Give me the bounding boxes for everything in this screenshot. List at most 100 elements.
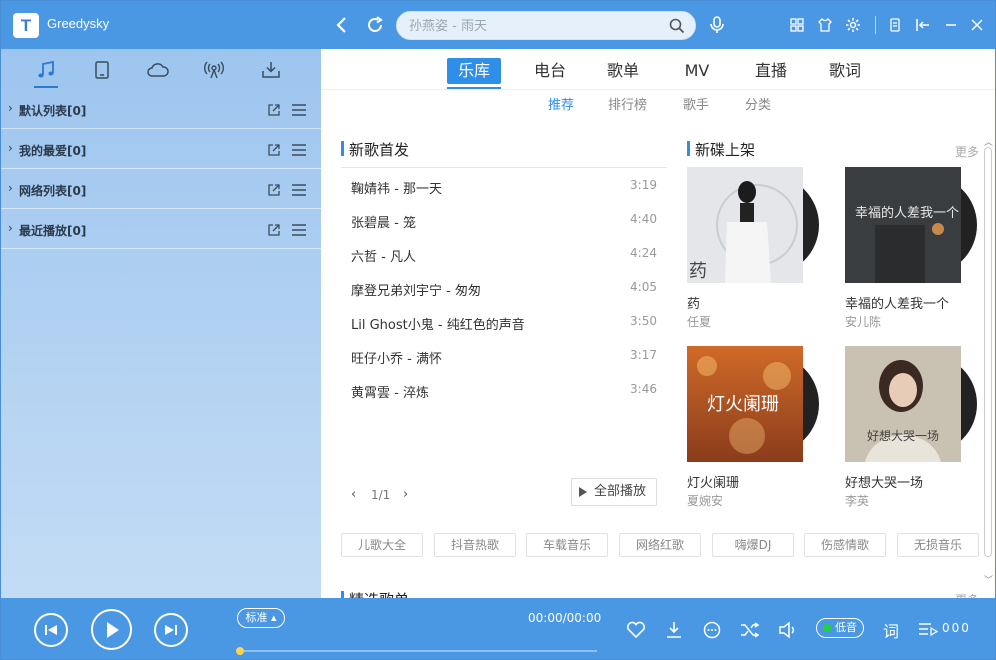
playlist-network[interactable]: › 网络列表[0]	[1, 169, 321, 209]
song-duration: 3:50	[630, 314, 657, 328]
device-icon[interactable]	[89, 57, 115, 83]
album-cover[interactable]: 灯火阑珊	[687, 346, 803, 462]
heart-icon[interactable]	[625, 619, 647, 641]
tag-button[interactable]: 抖音热歌	[434, 533, 516, 557]
minimize-icon[interactable]	[941, 15, 961, 35]
tab-radio[interactable]: 电台	[526, 58, 574, 84]
tag-button[interactable]: 车载音乐	[526, 533, 608, 557]
collapse-icon[interactable]	[913, 15, 933, 35]
voice-search-icon[interactable]	[704, 12, 730, 38]
song-duration: 3:19	[630, 178, 657, 192]
album-title: 幸福的人差我一个	[845, 297, 950, 312]
section-marker	[341, 591, 344, 598]
chevron-right-icon[interactable]: ›	[8, 101, 13, 115]
mini-mode-icon[interactable]	[885, 15, 905, 35]
lyric-button[interactable]: 词	[883, 618, 899, 642]
radio-icon[interactable]	[201, 57, 227, 83]
menu-icon[interactable]	[291, 142, 307, 156]
scrollbar[interactable]: ︿ ﹀	[983, 135, 993, 586]
playlist-recent[interactable]: › 最近播放[0]	[1, 209, 321, 249]
subtab-categories[interactable]: 分类	[745, 94, 771, 113]
play-icon[interactable]	[91, 609, 132, 650]
scroll-down-icon[interactable]: ﹀	[984, 573, 993, 586]
song-row[interactable]: 鞠婧祎 - 那一天 3:19	[351, 178, 657, 198]
album-cover[interactable]: 好想大哭一场	[845, 346, 961, 462]
chevron-right-icon[interactable]: ›	[8, 181, 13, 195]
song-row[interactable]: 张碧晨 - 笼 4:40	[351, 212, 657, 232]
song-row[interactable]: 黄霄雲 - 淬炼 3:46	[351, 382, 657, 402]
skin-icon[interactable]	[815, 15, 835, 35]
chevron-right-icon[interactable]: ›	[8, 221, 13, 235]
scrollbar-thumb[interactable]	[984, 147, 992, 557]
tag-button[interactable]: 嗨爆DJ	[712, 533, 794, 557]
next-page-icon[interactable]: ›	[403, 487, 408, 502]
tag-button[interactable]: 网络红歌	[619, 533, 701, 557]
export-icon[interactable]	[267, 142, 281, 156]
tag-button[interactable]: 无损音乐	[897, 533, 979, 557]
shuffle-icon[interactable]	[739, 619, 761, 641]
tab-library[interactable]: 乐库	[447, 58, 501, 84]
cloud-icon[interactable]	[145, 57, 171, 83]
export-icon[interactable]	[267, 102, 281, 116]
subtab-charts[interactable]: 排行榜	[608, 94, 647, 113]
album-card[interactable]: 灯火阑珊 灯火阑珊 夏婉安	[687, 346, 819, 508]
song-row[interactable]: 旺仔小乔 - 满怀 3:17	[351, 348, 657, 368]
album-card[interactable]: 好想大哭一场 好想大哭一场 李英	[845, 346, 977, 508]
tab-lyrics[interactable]: 歌词	[821, 58, 869, 84]
refresh-icon[interactable]	[362, 12, 388, 38]
playlist-favorites[interactable]: › 我的最爱[0]	[1, 129, 321, 169]
more-link[interactable]: 更多	[955, 591, 979, 598]
settings-gear-icon[interactable]	[843, 15, 863, 35]
back-icon[interactable]	[329, 12, 355, 38]
menu-icon[interactable]	[291, 222, 307, 236]
play-all-button[interactable]: 全部播放	[571, 478, 657, 506]
subtab-recommend[interactable]: 推荐	[548, 94, 574, 113]
search-icon[interactable]	[669, 18, 685, 38]
music-note-icon[interactable]	[33, 57, 59, 83]
status-dot	[823, 624, 831, 632]
export-icon[interactable]	[267, 182, 281, 196]
next-track-icon[interactable]	[154, 613, 188, 647]
featured-title: 精选歌单	[349, 589, 409, 598]
app-window: T Greedysky 孙燕姿 - 雨天 › 默认列表[0] › 我的最爱[0]…	[0, 0, 996, 660]
export-icon[interactable]	[267, 222, 281, 236]
progress-handle[interactable]	[236, 647, 244, 655]
search-input[interactable]	[409, 17, 649, 35]
playlist-label: 最近播放[0]	[19, 224, 87, 238]
divider	[321, 89, 995, 90]
grid-apps-icon[interactable]	[787, 15, 807, 35]
play-all-label: 全部播放	[594, 484, 647, 499]
tab-live[interactable]: 直播	[747, 58, 795, 84]
more-icon[interactable]	[701, 619, 723, 641]
chevron-right-icon[interactable]: ›	[8, 141, 13, 155]
tab-playlists[interactable]: 歌单	[599, 58, 647, 84]
tab-mv[interactable]: MV	[673, 58, 721, 84]
download-icon[interactable]	[663, 619, 685, 641]
song-row[interactable]: 摩登兄弟刘宇宁 - 匆匆 4:05	[351, 280, 657, 300]
album-title: 灯火阑珊	[687, 476, 740, 491]
song-row[interactable]: Lil Ghost小鬼 - 纯红色的声音 3:50	[351, 314, 657, 334]
menu-icon[interactable]	[291, 182, 307, 196]
playlist-icon[interactable]	[917, 619, 939, 641]
progress-bar[interactable]	[236, 647, 597, 655]
prev-page-icon[interactable]: ‹	[351, 487, 356, 502]
quality-selector[interactable]: 标准 ▴	[237, 608, 285, 628]
song-row[interactable]: 六哲 - 凡人 4:24	[351, 246, 657, 266]
previous-track-icon[interactable]	[34, 613, 68, 647]
menu-icon[interactable]	[291, 102, 307, 116]
close-icon[interactable]	[967, 15, 987, 35]
volume-icon[interactable]	[777, 619, 799, 641]
more-link[interactable]: 更多	[955, 143, 979, 160]
subtab-artists[interactable]: 歌手	[683, 94, 709, 113]
album-card[interactable]: 幸福的人差我一个 幸福的人差我一个 安儿陈	[845, 167, 977, 329]
low-quality-toggle[interactable]: 低音	[816, 618, 864, 638]
album-cover[interactable]: 药	[687, 167, 803, 283]
tag-button[interactable]: 伤感情歌	[804, 533, 886, 557]
playlist-default[interactable]: › 默认列表[0]	[1, 89, 321, 129]
download-icon[interactable]	[258, 57, 284, 83]
album-card[interactable]: 药 药 任夏	[687, 167, 819, 329]
tag-button[interactable]: 儿歌大全	[341, 533, 423, 557]
album-artist: 任夏	[687, 315, 712, 329]
album-cover[interactable]: 幸福的人差我一个	[845, 167, 961, 283]
song-name: 黄霄雲 - 淬炼	[351, 386, 429, 401]
